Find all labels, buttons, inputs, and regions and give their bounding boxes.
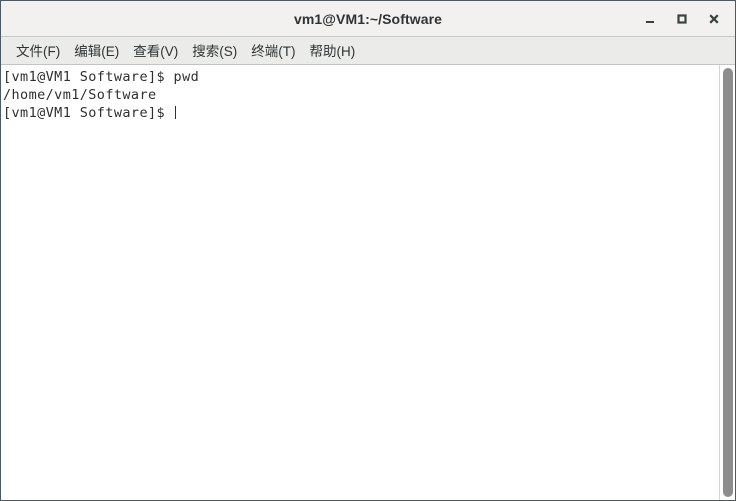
terminal-line-command: [vm1@VM1 Software]$ pwd [3, 69, 200, 85]
close-icon [709, 13, 719, 24]
close-button[interactable] [699, 5, 729, 33]
menubar: 文件(F) 编辑(E) 查看(V) 搜索(S) 终端(T) 帮助(H) [1, 37, 735, 65]
terminal-screen[interactable]: [vm1@VM1 Software]$ pwd /home/vm1/Softwa… [1, 65, 719, 500]
titlebar[interactable]: vm1@VM1:~/Software [1, 1, 735, 37]
maximize-button[interactable] [667, 5, 697, 33]
menu-item-search[interactable]: 搜索(S) [185, 37, 244, 64]
maximize-icon [677, 13, 687, 24]
menu-item-help[interactable]: 帮助(H) [303, 37, 363, 64]
window-title: vm1@VM1:~/Software [293, 10, 443, 27]
menu-item-edit[interactable]: 编辑(E) [67, 37, 126, 64]
menu-item-file[interactable]: 文件(F) [9, 37, 67, 64]
minimize-icon [646, 20, 654, 23]
terminal-line-output: /home/vm1/Software [3, 87, 157, 103]
terminal-body: [vm1@VM1 Software]$ pwd /home/vm1/Softwa… [1, 65, 735, 500]
scrollbar-thumb[interactable] [723, 68, 733, 497]
terminal-cursor [174, 106, 176, 119]
menu-item-terminal[interactable]: 终端(T) [244, 37, 302, 64]
terminal-prompt-text: [vm1@VM1 Software]$ [3, 105, 174, 121]
window-controls [635, 1, 729, 36]
menu-item-view[interactable]: 查看(V) [126, 37, 185, 64]
minimize-button[interactable] [635, 5, 665, 33]
terminal-scrollbar[interactable] [719, 65, 735, 500]
terminal-window: vm1@VM1:~/Software 文件(F) 编辑(E) 查看(V) 搜索(… [0, 0, 736, 501]
terminal-line-prompt: [vm1@VM1 Software]$ [3, 104, 719, 122]
